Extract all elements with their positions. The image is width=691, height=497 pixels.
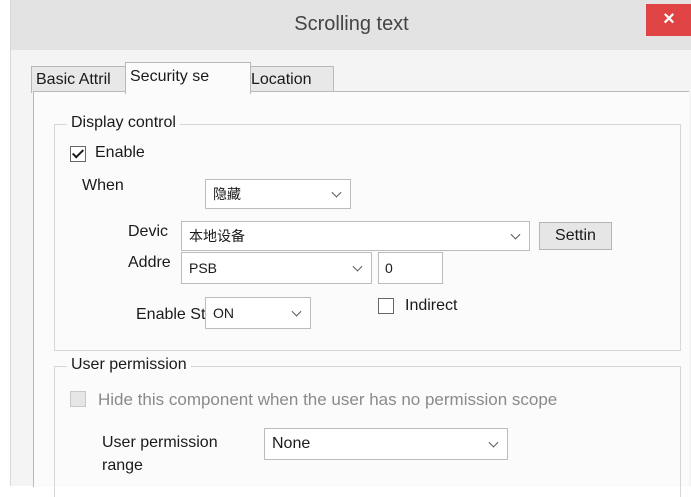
address-label: Addre: [128, 254, 171, 271]
enable-state-value: ON: [213, 305, 234, 321]
when-label: When: [82, 177, 124, 194]
device-label: Devic: [128, 223, 169, 240]
tab-label: Basic Attril: [36, 71, 111, 88]
user-permission-range-label-line2: range: [102, 457, 143, 474]
enable-state-select[interactable]: ON: [205, 297, 311, 329]
user-permission-legend: User permission: [67, 356, 191, 374]
indirect-checkbox[interactable]: [378, 298, 394, 314]
chevron-down-icon: [352, 261, 363, 272]
device-value: 本地设备: [189, 228, 245, 244]
enable-label: Enable: [95, 144, 145, 161]
tab-security-settings[interactable]: Security se: [125, 62, 251, 94]
close-icon: ×: [663, 8, 675, 30]
hide-component-checkbox[interactable]: [70, 391, 86, 407]
address-type-value: PSB: [189, 260, 218, 276]
chevron-down-icon: [331, 187, 342, 198]
close-button[interactable]: ×: [646, 4, 691, 36]
device-select[interactable]: 本地设备: [181, 221, 530, 251]
indirect-label: Indirect: [405, 297, 458, 314]
settings-button[interactable]: Settin: [539, 222, 612, 250]
user-permission-group: User permission Hide this component when…: [54, 356, 681, 497]
when-select[interactable]: 隐藏: [205, 179, 351, 209]
window-title: Scrolling text: [294, 13, 409, 35]
enable-state-label: Enable Sta: [136, 306, 215, 323]
address-type-select[interactable]: PSB: [181, 252, 372, 284]
tab-panel: Display control Enable When 隐藏 Devic 本地设…: [33, 91, 689, 497]
dialog-window: Scrolling text × Basic Attril Location S…: [10, 0, 691, 497]
chevron-down-icon: [488, 437, 499, 448]
address-number-input[interactable]: 0: [378, 252, 443, 284]
when-value: 隐藏: [213, 186, 241, 202]
display-control-group: Display control Enable When 隐藏 Devic 本地设…: [54, 114, 681, 351]
chevron-down-icon: [291, 306, 302, 317]
enable-checkbox[interactable]: [70, 146, 86, 162]
user-permission-range-select[interactable]: None: [264, 428, 508, 460]
tab-basic-attributes[interactable]: Basic Attril: [31, 66, 129, 93]
title-bar: Scrolling text ×: [11, 0, 691, 50]
user-permission-range-label-line1: User permission: [102, 434, 218, 451]
hide-component-label: Hide this component when the user has no…: [98, 390, 558, 409]
address-number-value: 0: [385, 260, 393, 276]
display-control-legend: Display control: [67, 114, 180, 132]
chevron-down-icon: [510, 229, 521, 240]
tab-label: Location: [251, 71, 312, 88]
user-permission-range-value: None: [272, 435, 311, 452]
tab-location[interactable]: Location: [246, 66, 334, 93]
tab-label: Security se: [130, 68, 210, 85]
